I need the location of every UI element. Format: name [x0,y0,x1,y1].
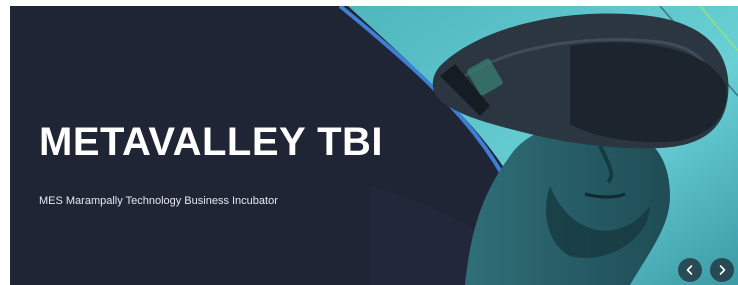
hero-title: METAVALLEY TBI [39,120,384,164]
chevron-right-icon [719,265,726,275]
hero-slider: METAVALLEY TBI MES Marampally Technology… [10,6,738,285]
carousel-prev-button[interactable] [678,258,702,282]
hero-subtitle: MES Marampally Technology Business Incub… [39,195,278,207]
carousel-next-button[interactable] [710,258,734,282]
chevron-left-icon [686,265,693,275]
